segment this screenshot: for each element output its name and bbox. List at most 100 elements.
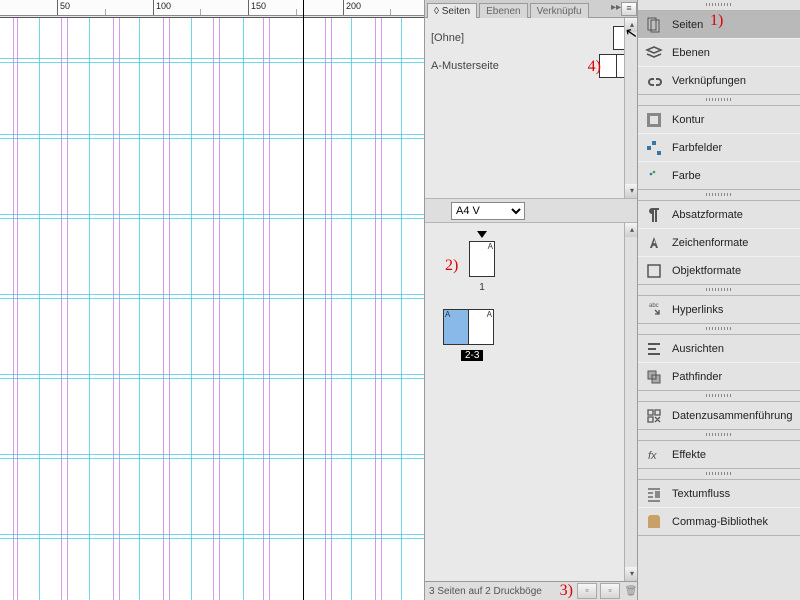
page-area[interactable] (0, 17, 426, 600)
dock-item-textumfluss[interactable]: Textumfluss (638, 480, 800, 507)
align-icon (644, 340, 664, 358)
tab-label: Seiten (442, 6, 470, 17)
master-letter: A (487, 310, 492, 319)
dock-item-label: Effekte (672, 449, 706, 461)
dock-item-label: Objektformate (672, 265, 741, 277)
page-size-row: A4 V (425, 198, 639, 223)
dock-item-farbe[interactable]: Farbe (638, 161, 800, 189)
para-icon (644, 206, 664, 224)
panel-status-bar: 3 Seiten auf 2 Druckböge 3) ▫ ▫ 🗑 (425, 581, 639, 600)
page-number: 1 (469, 282, 495, 293)
dock-item-label: Verknüpfungen (672, 75, 746, 87)
dock-item-seiten[interactable]: Seiten (638, 11, 800, 38)
swatches-icon (644, 139, 664, 157)
section-start-icon (477, 231, 487, 238)
dock-item-bibliothek[interactable]: Commag-Bibliothek (638, 507, 800, 535)
wrap-icon (644, 485, 664, 503)
dock-grip[interactable] (638, 95, 800, 103)
ruler-tick: 200 (343, 0, 361, 15)
dock-item-zeichen[interactable]: Zeichenformate (638, 228, 800, 256)
ruler-subtick (390, 9, 393, 15)
dock-grip[interactable] (638, 0, 800, 8)
collapse-arrows-icon[interactable]: ▸▸ (611, 2, 621, 13)
right-dock: Seiten Ebenen Verknüpfungen Kontur Farbfeld… (637, 0, 800, 600)
ruler-tick: 50 (57, 0, 70, 15)
panel-menu-icon[interactable] (621, 2, 637, 16)
dock-grip[interactable] (638, 430, 800, 438)
fx-icon: fx (644, 446, 664, 464)
dock-item-label: Farbfelder (672, 142, 722, 154)
dock-item-ausrichten[interactable]: Ausrichten (638, 335, 800, 362)
dock-grip[interactable] (638, 469, 800, 477)
master-pages-list: [Ohne] A-Musterseite ▴ ▾ 4) (425, 18, 639, 198)
ruler-subtick (105, 9, 108, 15)
pages-panel: ◊ Seiten Ebenen Verknüpfu ▸▸ [Ohne] A-Mu… (424, 0, 639, 600)
spread-label: 2-3 (461, 350, 483, 361)
svg-text:abc: abc (649, 303, 659, 309)
dock-item-objekt[interactable]: Objektformate (638, 256, 800, 284)
ruler-tick: 100 (153, 0, 171, 15)
status-text: 3 Seiten auf 2 Druckböge (429, 586, 542, 597)
dock-item-ebenen[interactable]: Ebenen (638, 38, 800, 66)
new-page-button[interactable]: ▫ (577, 583, 597, 599)
dock-item-label: Textumfluss (672, 488, 730, 500)
obj-icon (644, 262, 664, 280)
dock-item-label: Datenzusammenführung (672, 410, 792, 422)
dock-item-verkn[interactable]: Verknüpfungen (638, 66, 800, 94)
panel-tabs: ◊ Seiten Ebenen Verknüpfu ▸▸ (425, 0, 639, 18)
dock-item-label: Pathfinder (672, 371, 722, 383)
color-icon (644, 167, 664, 185)
annotation-3: 3) (560, 582, 573, 600)
spread-2-3[interactable]: A A 2-3 (443, 309, 494, 361)
new-page-button-alt[interactable]: ▫ (600, 583, 620, 599)
dock-item-label: Ausrichten (672, 343, 724, 355)
dock-grip[interactable] (638, 285, 800, 293)
tab-verknuepfungen[interactable]: Verknüpfu (530, 3, 589, 18)
dock-item-label: Absatzformate (672, 209, 743, 221)
pathfinder-icon (644, 368, 664, 386)
master-letter: A (488, 242, 493, 251)
pages-thumbnails: A 1 2) AA 2-3 ▴ ▾ (425, 223, 639, 581)
svg-text:fx: fx (648, 450, 657, 462)
tab-ebenen[interactable]: Ebenen (479, 3, 527, 18)
annotation-2: 2) (445, 257, 458, 275)
pages-icon (644, 16, 664, 34)
ruler-tick: 150 (248, 0, 266, 15)
master-label: [Ohne] (431, 32, 613, 44)
dock-item-label: Hyperlinks (672, 304, 723, 316)
dock-item-absatz[interactable]: Absatzformate (638, 201, 800, 228)
char-icon (644, 234, 664, 252)
dock-item-datamerge[interactable]: Datenzusammenführung (638, 402, 800, 429)
dock-grip[interactable] (638, 324, 800, 332)
master-row-a[interactable]: A-Musterseite (431, 52, 633, 80)
dock-item-label: Farbe (672, 170, 701, 182)
dock-grip[interactable] (638, 190, 800, 198)
master-row-none[interactable]: [Ohne] (431, 24, 633, 52)
dock-item-farbfelder[interactable]: Farbfelder (638, 133, 800, 161)
links-icon (644, 72, 664, 90)
stroke-icon (644, 111, 664, 129)
lib-icon (644, 513, 664, 531)
page-1[interactable]: A 1 (469, 241, 495, 293)
tab-seiten[interactable]: ◊ Seiten (427, 3, 477, 18)
dock-item-kontur[interactable]: Kontur (638, 106, 800, 133)
horizontal-ruler[interactable]: 50 100 150 200 (0, 0, 424, 16)
dock-item-label: Kontur (672, 114, 704, 126)
layers-icon (644, 44, 664, 62)
dock-item-effekte[interactable]: fx Effekte (638, 441, 800, 468)
spread-divider (303, 0, 304, 600)
page-size-select[interactable]: A4 V (451, 202, 525, 220)
master-label: A-Musterseite (431, 60, 599, 72)
datamerge-icon (644, 407, 664, 425)
dock-item-label: Seiten (672, 19, 703, 31)
dock-item-hyper[interactable]: abc Hyperlinks (638, 296, 800, 323)
hyper-icon: abc (644, 301, 664, 319)
dock-item-pathfinder[interactable]: Pathfinder (638, 362, 800, 390)
dock-item-label: Commag-Bibliothek (672, 516, 768, 528)
master-letter: A (445, 310, 450, 319)
dock-grip[interactable] (638, 391, 800, 399)
dock-item-label: Zeichenformate (672, 237, 748, 249)
document-canvas[interactable]: 50 100 150 200 (0, 0, 424, 600)
ruler-subtick (296, 9, 299, 15)
dock-item-label: Ebenen (672, 47, 710, 59)
